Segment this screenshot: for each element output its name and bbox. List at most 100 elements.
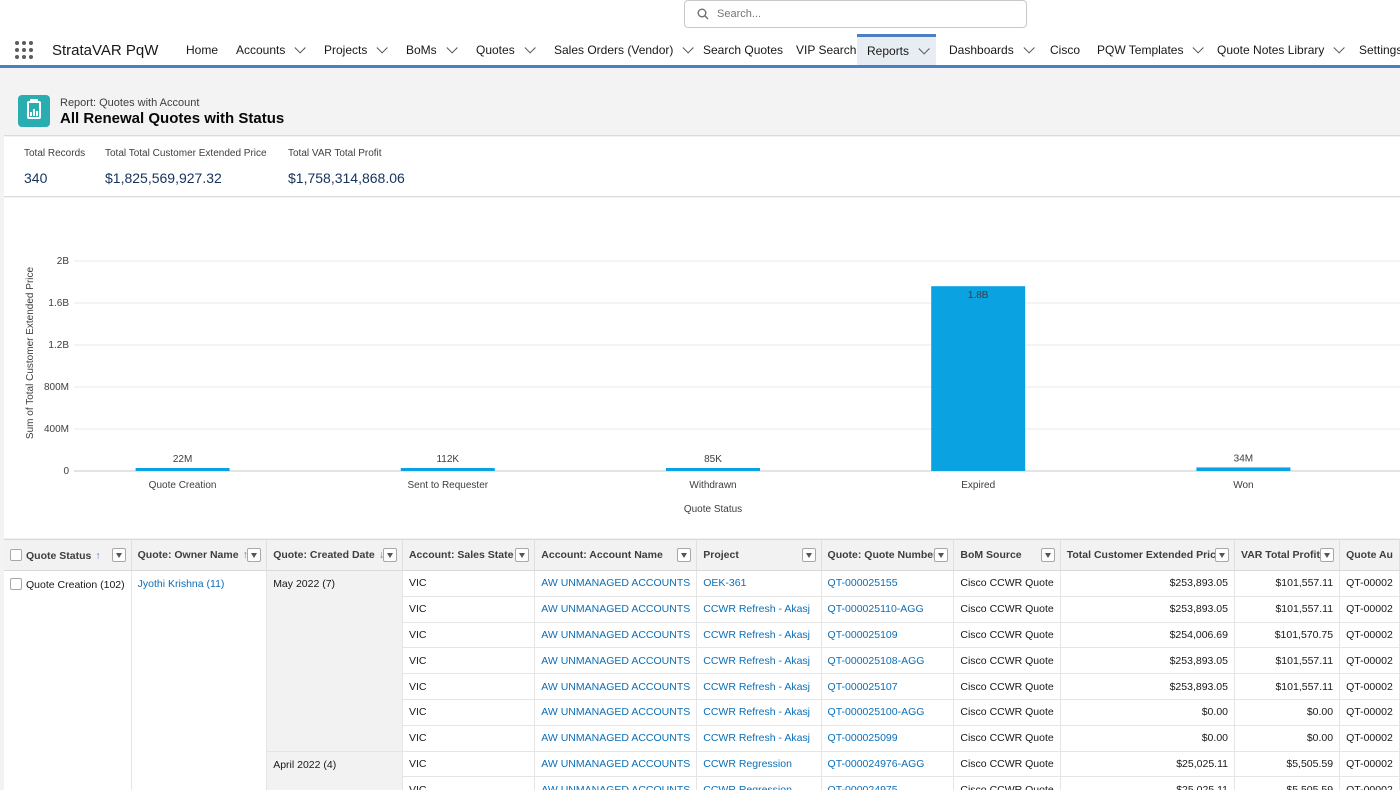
account-name-link[interactable]: AW UNMANAGED ACCOUNTS: [534, 673, 698, 700]
chart-bar[interactable]: [135, 468, 230, 471]
column-header[interactable]: Quote: Quote Number: [821, 539, 955, 571]
quote-number-link[interactable]: QT-000025155: [821, 570, 955, 597]
chevron-down-icon[interactable]: [376, 42, 389, 54]
nav-item-boms[interactable]: BoMs: [406, 34, 458, 65]
nav-item-settings[interactable]: Settings: [1359, 34, 1400, 65]
nav-item-label: Home: [186, 43, 219, 57]
column-menu-icon[interactable]: [1320, 548, 1335, 562]
project-link[interactable]: CCWR Refresh - Akasj: [696, 699, 822, 726]
column-menu-icon[interactable]: [111, 548, 126, 562]
nav-item-accounts[interactable]: Accounts: [236, 34, 307, 65]
account-name-link[interactable]: AW UNMANAGED ACCOUNTS: [534, 622, 698, 649]
nav-item-label: Reports: [867, 44, 910, 58]
column-header[interactable]: VAR Total Profit: [1234, 539, 1341, 571]
chevron-down-icon[interactable]: [294, 42, 307, 54]
account-name-link[interactable]: AW UNMANAGED ACCOUNTS: [534, 776, 698, 790]
quote-number-link[interactable]: QT-000025109: [821, 622, 955, 649]
project-link[interactable]: CCWR Regression: [696, 751, 822, 778]
nav-item-home[interactable]: Home: [186, 34, 218, 65]
column-header[interactable]: Account: Account Name: [534, 539, 698, 571]
quote-number-link[interactable]: QT-000025107: [821, 673, 955, 700]
nav-item-dashboards[interactable]: Dashboards: [949, 34, 1035, 65]
project-link[interactable]: CCWR Refresh - Akasj: [696, 725, 822, 752]
column-header[interactable]: Total Customer Extended Price: [1060, 539, 1236, 571]
project-link[interactable]: CCWR Refresh - Akasj: [696, 673, 822, 700]
column-menu-icon[interactable]: [801, 548, 816, 562]
project-link[interactable]: OEK-361: [696, 570, 822, 597]
group-checkbox[interactable]: [10, 578, 22, 590]
chevron-down-icon[interactable]: [1023, 42, 1035, 54]
column-menu-icon[interactable]: [515, 548, 530, 562]
chevron-down-icon[interactable]: [1333, 42, 1346, 54]
column-menu-icon[interactable]: [934, 548, 949, 562]
account-name-link[interactable]: AW UNMANAGED ACCOUNTS: [534, 725, 698, 752]
account-name-link[interactable]: AW UNMANAGED ACCOUNTS: [534, 751, 698, 778]
column-menu-icon[interactable]: [382, 548, 397, 562]
chevron-down-icon[interactable]: [524, 42, 536, 54]
column-menu-icon[interactable]: [1215, 548, 1229, 562]
nav-item-quotes[interactable]: Quotes: [476, 34, 536, 65]
project-link[interactable]: CCWR Regression: [696, 776, 822, 790]
var-profit-cell: $101,570.75: [1234, 622, 1341, 649]
column-header[interactable]: Quote: Created Date ↓: [266, 539, 403, 571]
column-header[interactable]: BoM Source: [953, 539, 1061, 571]
sort-arrow-icon[interactable]: ↑: [95, 550, 100, 562]
chevron-down-icon[interactable]: [682, 42, 695, 54]
var-profit-cell: $101,557.11: [1234, 673, 1341, 700]
nav-item-sales-orders-vendor[interactable]: Sales Orders (Vendor): [554, 34, 695, 65]
owner-link[interactable]: Jyothi Krishna (11): [138, 578, 225, 590]
global-search[interactable]: [684, 0, 1027, 28]
column-header[interactable]: Quote Status ↑: [4, 539, 132, 571]
project-link[interactable]: CCWR Refresh - Akasj: [696, 596, 822, 623]
project-link[interactable]: CCWR Refresh - Akasj: [696, 622, 822, 649]
chart-bar[interactable]: [400, 468, 495, 471]
column-menu-icon[interactable]: [247, 548, 262, 562]
quote-number-link[interactable]: QT-000024975: [821, 776, 955, 790]
x-tick-label: Sent to Requester: [407, 480, 488, 491]
quote-number-link[interactable]: QT-000025108-AGG: [821, 647, 955, 675]
nav-item-projects[interactable]: Projects: [324, 34, 389, 65]
chart-bar[interactable]: [666, 468, 760, 471]
nav-item-quote-notes-library[interactable]: Quote Notes Library: [1217, 34, 1346, 65]
column-header-label: Quote Status: [26, 549, 92, 562]
sales-state-cell: VIC: [402, 570, 536, 597]
column-menu-icon[interactable]: [677, 548, 692, 562]
column-header-label: Account: Sales State 1: [408, 549, 523, 561]
nav-item-pqw-templates[interactable]: PQW Templates: [1097, 34, 1205, 65]
nav-item-vip-search[interactable]: VIP Search: [796, 34, 856, 65]
search-input[interactable]: [717, 5, 1017, 23]
account-name-link[interactable]: AW UNMANAGED ACCOUNTS: [534, 699, 698, 726]
select-all-checkbox[interactable]: [10, 548, 22, 561]
nav-item-search-quotes[interactable]: Search Quotes: [703, 34, 783, 65]
account-name-link[interactable]: AW UNMANAGED ACCOUNTS: [534, 647, 698, 675]
project-link[interactable]: CCWR Refresh - Akasj: [696, 647, 822, 675]
group-created-date: April 2022 (4): [266, 751, 403, 790]
x-tick-label: Won: [1233, 480, 1253, 491]
quote-au-cell: QT-00002: [1339, 647, 1400, 675]
quote-au-cell: QT-00002: [1339, 725, 1400, 752]
account-name-link[interactable]: AW UNMANAGED ACCOUNTS: [534, 570, 698, 597]
nav-item-reports[interactable]: Reports: [857, 34, 937, 65]
chart-bar[interactable]: [931, 286, 1026, 471]
chart-bar[interactable]: [1196, 467, 1291, 471]
quote-number-link[interactable]: QT-000024976-AGG: [821, 751, 955, 778]
chevron-down-icon[interactable]: [918, 43, 930, 55]
quote-number-link[interactable]: QT-000025110-AGG: [821, 596, 955, 623]
quote-au-cell: QT-00002: [1339, 622, 1400, 649]
bar-chart[interactable]: 0 400M 800M 1.2B 1.6B 2B 22M Quote Creation 112K…: [4, 198, 1400, 538]
quote-number-link[interactable]: QT-000025099: [821, 725, 955, 752]
chevron-down-icon[interactable]: [1192, 42, 1205, 54]
column-menu-icon[interactable]: [1040, 548, 1055, 562]
nav-item-cisco[interactable]: Cisco: [1050, 34, 1080, 65]
bom-source-cell: Cisco CCWR Quote: [953, 622, 1061, 649]
column-header[interactable]: Project: [696, 539, 822, 571]
column-header[interactable]: Quote Au: [1339, 539, 1400, 571]
var-profit-cell: $5,505.59: [1234, 751, 1341, 778]
app-launcher-icon[interactable]: [15, 41, 33, 59]
quote-number-link[interactable]: QT-000025100-AGG: [821, 699, 955, 726]
account-name-link[interactable]: AW UNMANAGED ACCOUNTS: [534, 596, 698, 623]
column-header[interactable]: Account: Sales State 1: [402, 539, 536, 571]
nav-item-label: VIP Search: [796, 43, 857, 57]
chevron-down-icon[interactable]: [446, 42, 458, 54]
column-header[interactable]: Quote: Owner Name ↑: [131, 539, 268, 571]
